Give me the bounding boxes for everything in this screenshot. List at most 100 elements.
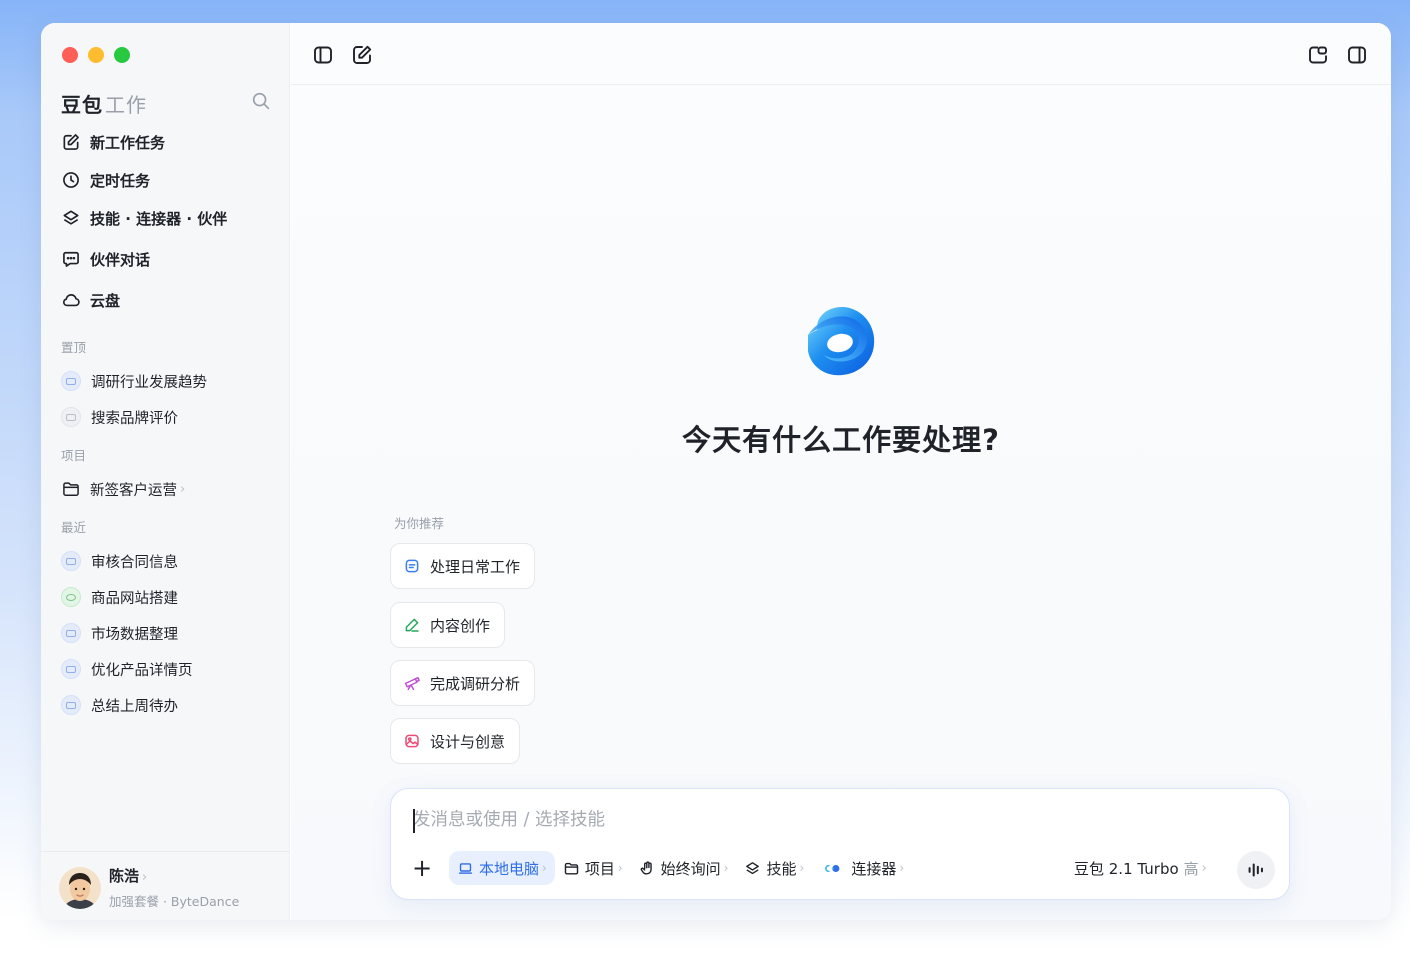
brand-name: 豆包: [61, 93, 103, 117]
chevron-right-icon: ›: [899, 861, 905, 875]
cloud-icon: [62, 294, 80, 307]
tool-connector[interactable]: 连接器 ›: [812, 851, 912, 885]
recent-item[interactable]: 市场数据整理: [61, 620, 178, 646]
recent-item[interactable]: 优化产品详情页: [61, 656, 193, 682]
message-composer: + 本地电脑› 项目› 始终询问› 技能›: [390, 788, 1290, 900]
model-selector[interactable]: 豆包 2.1 Turbo 高 ›: [1074, 851, 1207, 885]
sidebar-item-scheduled[interactable]: 定时任务: [61, 166, 150, 194]
model-level: 高: [1183, 859, 1199, 878]
project-item[interactable]: 新签客户运营 ›: [61, 476, 185, 502]
user-name-row: 陈浩 ›: [109, 865, 239, 886]
recommend-chip-design[interactable]: 设计与创意: [390, 718, 521, 764]
composer-toolbar: + 本地电脑 › 项目 › 始终询问 › 技能 › 连接器 ›: [407, 851, 912, 885]
tool-label: 本地电脑: [479, 859, 540, 878]
document-icon: [405, 559, 419, 573]
pinned-item[interactable]: 搜索品牌评价: [61, 404, 178, 430]
folder-icon: [63, 482, 79, 496]
section-label-recent: 最近: [61, 520, 87, 535]
search-icon[interactable]: [250, 90, 272, 112]
share-window-icon[interactable]: [1306, 43, 1330, 67]
tool-label: 连接器: [851, 859, 897, 878]
doubao-logo: [804, 301, 878, 381]
tool-local-computer[interactable]: 本地电脑 ›: [449, 851, 555, 885]
laptop-icon: [61, 551, 81, 571]
app-window: 豆包 工作 新工作任务 定时任务 技能 · 连接器 · 伙伴 伙伴对话 云盘 置顶: [41, 23, 1391, 920]
tool-project[interactable]: 项目 ›: [555, 851, 631, 885]
layers-icon: [746, 861, 760, 874]
globe-icon: [61, 587, 81, 607]
window-controls: [62, 47, 130, 63]
sidebar: 豆包 工作 新工作任务 定时任务 技能 · 连接器 · 伙伴 伙伴对话 云盘 置顶: [41, 23, 290, 920]
chip-label: 处理日常工作: [430, 557, 521, 576]
add-attachment-button[interactable]: +: [407, 851, 437, 885]
brand-sub: 工作: [105, 93, 147, 117]
sidebar-divider: [41, 851, 290, 852]
text-caret: [413, 809, 415, 833]
sidebar-item-label: 伙伴对话: [90, 250, 151, 269]
sidebar-item-label: 定时任务: [90, 171, 151, 190]
app-brand: 豆包 工作: [61, 89, 147, 118]
sidebar-item-partner-chat[interactable]: 伙伴对话: [61, 245, 150, 273]
connector-icon: [825, 864, 840, 872]
panel-toggle-icon[interactable]: [1345, 43, 1369, 67]
voice-wave-icon: [1248, 863, 1263, 877]
tool-skills[interactable]: 技能 ›: [736, 851, 812, 885]
recent-item-label: 优化产品详情页: [91, 662, 193, 679]
pinned-item[interactable]: 调研行业发展趋势: [61, 368, 207, 394]
recent-item-label: 总结上周待办: [91, 698, 178, 715]
recent-item-label: 审核合同信息: [91, 554, 178, 571]
chip-label: 内容创作: [430, 616, 491, 635]
recommend-label: 为你推荐: [394, 516, 445, 531]
chevron-right-icon: ›: [799, 861, 805, 875]
window-minimize-button[interactable]: [88, 47, 104, 63]
recommend-chip-research[interactable]: 完成调研分析: [390, 660, 536, 706]
recent-item[interactable]: 审核合同信息: [61, 548, 178, 574]
chevron-right-icon: ›: [142, 870, 148, 885]
tool-label: 技能: [766, 859, 797, 878]
recent-item[interactable]: 总结上周待办: [61, 692, 178, 718]
telescope-icon: [404, 677, 420, 691]
new-chat-icon[interactable]: [350, 43, 374, 67]
pinned-item-label: 搜索品牌评价: [91, 410, 178, 427]
recommend-chip-content[interactable]: 内容创作: [390, 602, 506, 648]
laptop-icon: [61, 623, 81, 643]
voice-input-button[interactable]: [1237, 851, 1275, 889]
chevron-right-icon: ›: [542, 861, 547, 875]
laptop-icon: [61, 695, 81, 715]
window-close-button[interactable]: [62, 47, 78, 63]
top-toolbar: [291, 23, 1391, 85]
sidebar-item-label: 技能 · 连接器 · 伙伴: [90, 209, 228, 228]
image-icon: [405, 734, 419, 748]
sidebar-toggle-icon[interactable]: [311, 43, 335, 67]
laptop-icon: [61, 371, 81, 391]
user-name: 陈浩: [109, 867, 140, 885]
window-maximize-button[interactable]: [114, 47, 130, 63]
pinned-item-label: 调研行业发展趋势: [91, 374, 207, 391]
chevron-right-icon: ›: [617, 861, 623, 875]
sidebar-item-label: 云盘: [90, 291, 121, 310]
pen-icon: [405, 618, 419, 632]
chip-label: 设计与创意: [430, 732, 506, 751]
tool-always-ask[interactable]: 始终询问 ›: [631, 851, 737, 885]
user-profile[interactable]: 陈浩 › 加强套餐 · ByteDance: [59, 865, 239, 910]
recommend-chip-daily-work[interactable]: 处理日常工作: [390, 543, 536, 589]
sidebar-item-new-task[interactable]: 新工作任务: [61, 128, 165, 156]
chip-label: 完成调研分析: [430, 674, 521, 693]
chevron-right-icon: ›: [723, 861, 729, 875]
main-panel: 今天有什么工作要处理? 为你推荐 处理日常工作 内容创作 完成调研分析 设计与创…: [291, 23, 1391, 920]
sidebar-item-cloud[interactable]: 云盘: [61, 286, 120, 314]
user-plan: 加强套餐 · ByteDance: [109, 894, 240, 909]
clock-icon: [63, 172, 79, 188]
tool-label: 始终询问: [660, 859, 721, 878]
message-input[interactable]: [413, 803, 1233, 837]
layers-icon: [63, 210, 79, 225]
recent-item-label: 市场数据整理: [91, 626, 178, 643]
section-label-projects: 项目: [61, 448, 87, 463]
tool-label: 项目: [584, 859, 615, 878]
chat-bubble-icon: [63, 251, 79, 267]
model-name: 豆包 2.1 Turbo: [1074, 859, 1179, 878]
recent-item-label: 商品网站搭建: [91, 590, 178, 607]
sidebar-item-skills[interactable]: 技能 · 连接器 · 伙伴: [61, 204, 227, 232]
edit-icon: [63, 134, 79, 150]
recent-item[interactable]: 商品网站搭建: [61, 584, 178, 610]
